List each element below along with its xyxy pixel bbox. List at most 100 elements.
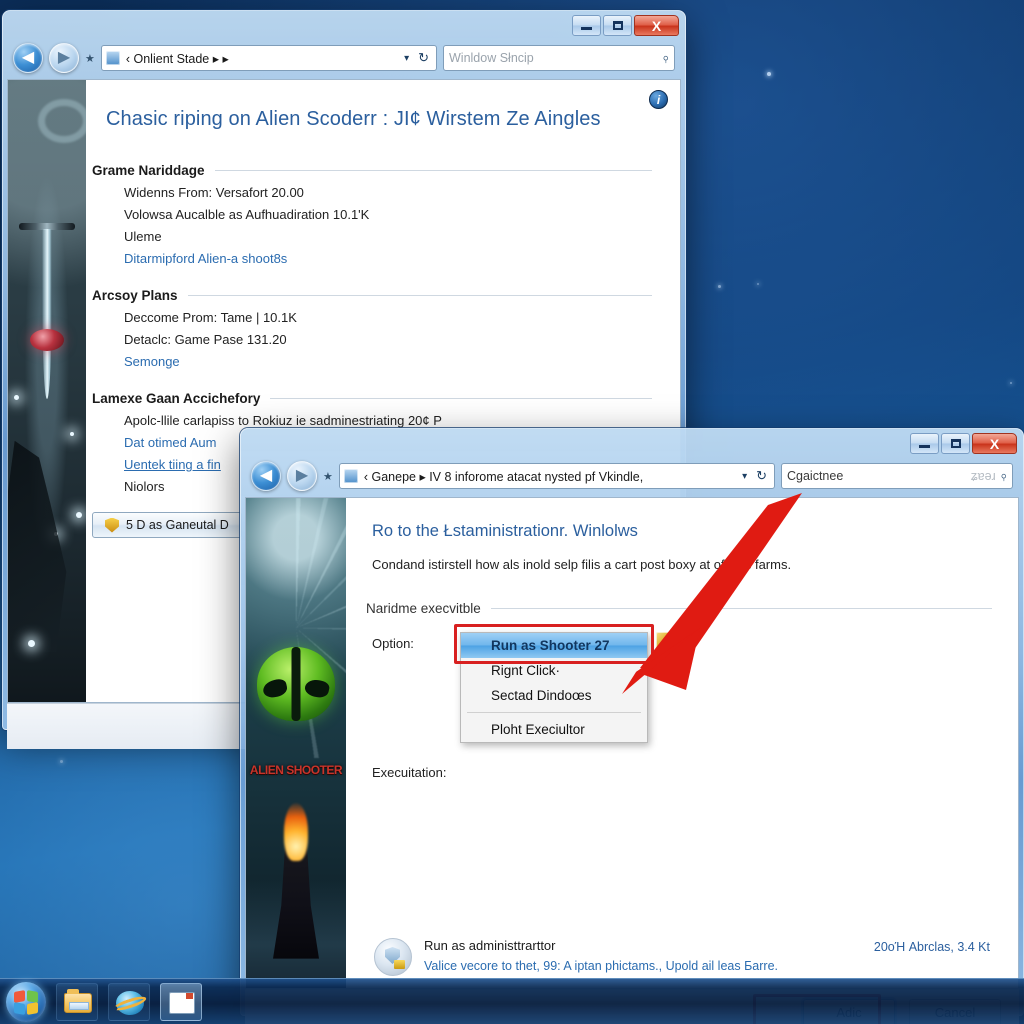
section-game-info: Grame Nariddage Widenns From: Versafort … [86, 163, 680, 266]
window-run-as-administrator[interactable]: X ◀ ▶ ★ ‹ Ganepe ▸ IV 8 inforome atacat … [240, 428, 1024, 1024]
desktop-star [1010, 382, 1012, 384]
breadcrumb[interactable]: ‹ Onlient Stade ▸ ▸ [126, 51, 394, 66]
dark-figure-art [8, 440, 67, 653]
section-heading-label: Naridme execvitble [366, 601, 481, 617]
window-thumbnail-close-icon [186, 992, 193, 999]
uac-title: Run as administtrarttor [424, 938, 556, 953]
window2-titlebar[interactable]: X [245, 433, 1019, 461]
dropdown-item-right-click[interactable]: Rignt Click· [461, 658, 647, 683]
file-meta: 20oΉ Abrclas, 3.4 Kt [873, 940, 990, 954]
dropdown-item-right-executor[interactable]: Ploht Execiultor [461, 717, 647, 742]
light-flare-art [28, 640, 35, 647]
taskbar-item-active-window[interactable] [160, 982, 202, 1021]
info-row: Widenns From: Versafort 20.00 [124, 185, 304, 200]
section-heading: Naridme execvitble [366, 601, 992, 616]
search-placeholder: ʑɐǝɹ [970, 469, 996, 483]
address-bar[interactable]: ‹ Onlient Stade ▸ ▸ ▾ ↻ [100, 45, 437, 71]
window-thumbnail-icon [169, 991, 195, 1014]
forward-button[interactable]: ▶ [287, 461, 317, 491]
maximize-button[interactable] [603, 15, 632, 36]
back-button[interactable]: ◀ [251, 461, 281, 491]
address-bar[interactable]: ‹ Ganepe ▸ IV 8 inforome atacat nysted p… [338, 463, 775, 489]
close-button[interactable]: X [972, 433, 1017, 454]
shield-icon [105, 517, 119, 533]
uac-subtitle: Valice vecore to thet, 99: A iptan phict… [424, 959, 778, 973]
section-divider [187, 295, 652, 296]
start-orb-quadrant [14, 1001, 25, 1015]
section-divider [270, 398, 652, 399]
chevron-down-icon[interactable]: ▾ [400, 53, 409, 64]
window2-body: ALIEN SHOOTER Ro to the Łstaministration… [245, 497, 1019, 989]
desktop-star [767, 72, 771, 76]
section-divider [214, 170, 652, 171]
dropdown-item-select-windows[interactable]: Sectad Dindoœs [461, 683, 647, 708]
light-flare-art [70, 432, 74, 436]
lock-icon [394, 960, 405, 969]
info-link[interactable]: Semonge [92, 354, 652, 369]
window2-navigation-bar: ◀ ▶ ★ ‹ Ganepe ▸ IV 8 inforome atacat ny… [245, 461, 1019, 497]
taskbar-item-internet-explorer[interactable] [108, 982, 150, 1021]
dropdown-item-run-as-shooter[interactable]: Run as Shooter 27 [461, 633, 647, 659]
folder-icon [343, 469, 358, 483]
back-arrow-icon: ◀ [21, 49, 35, 66]
forward-arrow-icon: ▶ [57, 49, 71, 66]
folder-icon [64, 988, 92, 1013]
back-arrow-icon: ◀ [259, 467, 273, 484]
close-button[interactable]: X [634, 15, 679, 36]
ie-band-icon [112, 993, 148, 1013]
folder-paper-icon [69, 1001, 89, 1010]
alien-head-icon [257, 647, 335, 722]
file-type-icon[interactable] [656, 632, 674, 651]
start-orb-quadrant [14, 989, 25, 1003]
recent-pages-icon[interactable]: ★ [85, 52, 95, 65]
info-icon[interactable]: i [649, 90, 668, 109]
light-flare-art [76, 512, 82, 518]
chevron-down-icon[interactable]: ▾ [738, 471, 747, 482]
minimize-button[interactable] [572, 15, 601, 36]
game-cover-art-fantasy [8, 80, 86, 702]
search-icon: ⌕ [657, 49, 673, 66]
desktop-star [718, 285, 721, 288]
refresh-icon[interactable]: ↻ [753, 468, 770, 484]
fire-art [284, 802, 308, 861]
taskbar-item-explorer[interactable] [56, 982, 98, 1021]
back-button[interactable]: ◀ [13, 43, 43, 73]
start-button[interactable] [6, 981, 46, 1022]
uac-shield-icon [374, 938, 412, 976]
internet-explorer-icon [112, 990, 148, 1015]
alien-shooter-logo: ALIEN SHOOTER [249, 762, 343, 777]
breadcrumb[interactable]: ‹ Ganepe ▸ IV 8 inforome atacat nysted p… [364, 469, 732, 484]
desktop-star [60, 760, 63, 763]
search-input[interactable]: Cgaictnee ʑɐǝɹ ⌕ [781, 463, 1013, 489]
recent-pages-icon[interactable]: ★ [323, 470, 333, 483]
info-link[interactable]: Ditarmipford Alien-a shoot8s [92, 251, 652, 266]
option-dropdown[interactable]: Run as Shooter 27 Rignt Click· Sectad Di… [454, 624, 654, 744]
window1-controls: X [572, 15, 679, 36]
game-cover-art-alien-shooter: ALIEN SHOOTER [246, 498, 346, 988]
search-placeholder: Winldow Słncip [449, 51, 534, 65]
refresh-icon[interactable]: ↻ [415, 50, 432, 66]
page-title: Ro to the Łstaministrationr. Winlolws [372, 522, 638, 540]
section-executable: Naridme execvitble [346, 601, 1018, 616]
execution-label: Execuitation: [372, 765, 447, 781]
option-row: Option: Run as Shooter 27 Rignt Click· S… [346, 624, 1018, 744]
window1-navigation-bar: ◀ ▶ ★ ‹ Onlient Stade ▸ ▸ ▾ ↻ Winldow Sł… [7, 43, 681, 79]
search-icon: ⌕ [995, 467, 1011, 484]
dropdown-list[interactable]: Run as Shooter 27 Rignt Click· Sectad Di… [460, 632, 648, 744]
sword-gem-art [30, 328, 64, 351]
start-orb-quadrant [27, 1001, 38, 1015]
sword-blade-art [42, 229, 52, 400]
maximize-button[interactable] [941, 433, 970, 454]
minimize-button[interactable] [910, 433, 939, 454]
alien-stripe-art [291, 647, 301, 722]
window1-titlebar[interactable]: X [7, 15, 681, 43]
run-as-administrator-button[interactable]: 5 D as Ganeutal D [92, 512, 242, 538]
section-heading-label: Arcsoy Plans [92, 288, 178, 303]
folder-icon [105, 51, 120, 65]
search-input[interactable]: Winldow Słncip ⌕ [443, 45, 675, 71]
run-as-administrator-label: 5 D as Ganeutal D [126, 518, 229, 532]
forward-button[interactable]: ▶ [49, 43, 79, 73]
taskbar[interactable] [0, 978, 1024, 1024]
section-access-plans: Arcsoy Plans Deccome Prom: Tame | 10.1K … [86, 288, 680, 369]
dropdown-separator [467, 712, 641, 714]
